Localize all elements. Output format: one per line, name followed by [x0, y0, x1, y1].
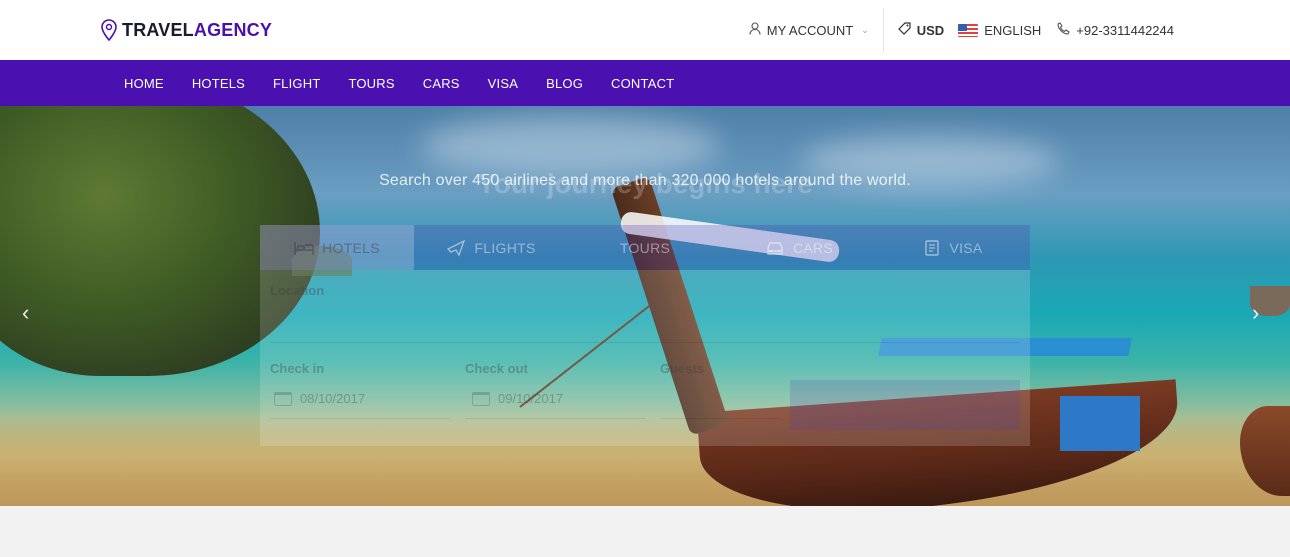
guests-label: Guests: [660, 361, 705, 376]
nav-item-visa[interactable]: VISA: [488, 76, 518, 91]
nav-item-blog[interactable]: BLOG: [546, 76, 583, 91]
slider-prev-arrow-icon[interactable]: ‹: [22, 302, 29, 324]
checkin-value: 08/10/2017: [300, 391, 366, 406]
chevron-down-icon: ⌄: [861, 24, 869, 35]
checkout-value: 09/10/2017: [498, 391, 564, 406]
hero-cloud: [420, 116, 720, 176]
checkout-input[interactable]: 09/10/2017: [472, 391, 563, 406]
tab-cars-label: CARS: [792, 239, 834, 256]
language-label: ENGLISH: [984, 22, 1042, 38]
currency-label: USD: [916, 22, 945, 38]
passport-icon: [923, 239, 941, 257]
location-input[interactable]: [270, 342, 1020, 343]
user-icon: [749, 22, 761, 38]
nav-item-hotels[interactable]: HOTELS: [192, 76, 245, 91]
tab-hotels-label: HOTELS: [322, 239, 380, 256]
tab-hotels[interactable]: HOTELS: [260, 225, 414, 270]
location-pin-icon: [100, 19, 118, 41]
tag-icon: [897, 22, 911, 38]
tab-cars[interactable]: CARS: [722, 225, 876, 270]
plane-icon: [446, 239, 466, 257]
tab-flights-label: FLIGHTS: [474, 239, 536, 256]
phone-link[interactable]: +92-3311442244: [1057, 22, 1174, 38]
tab-tours-label: TOURS: [619, 239, 671, 256]
language-selector[interactable]: ENGLISH: [958, 23, 1041, 38]
hero-tagline: Search over 450 airlines and more than 3…: [379, 172, 911, 189]
nav-item-contact[interactable]: CONTACT: [611, 76, 674, 91]
divider: [882, 8, 884, 52]
nav-item-cars[interactable]: CARS: [423, 76, 460, 91]
tab-visa-label: VISA: [949, 239, 983, 256]
guests-input[interactable]: [660, 418, 780, 419]
top-bar: TRAVELAGENCY MY ACCOUNT ⌄ USD ENGLISH +9…: [0, 0, 1290, 60]
search-tabs: HOTELS FLIGHTS TOURS CARS VISA: [260, 225, 1030, 270]
nav-item-home[interactable]: HOME: [124, 76, 164, 91]
location-label: Location: [270, 283, 325, 298]
logo-text-part2: AGENCY: [193, 19, 273, 40]
hotel-search-form: Location Check in 08/10/2017 Check out 0…: [260, 270, 1030, 446]
page-content-area: [0, 506, 1290, 557]
slider-next-arrow-icon[interactable]: ›: [1252, 302, 1259, 324]
checkout-label: Check out: [465, 361, 528, 376]
checkin-label: Check in: [270, 361, 325, 376]
checkin-input[interactable]: 08/10/2017: [274, 391, 365, 406]
hero-boat-cabin: [1060, 396, 1140, 451]
hero-slider: Your journey begins here Search over 450…: [0, 106, 1290, 506]
nav-item-tours[interactable]: TOURS: [348, 76, 394, 91]
tab-visa[interactable]: VISA: [876, 225, 1030, 270]
nav-list: HOME HOTELS FLIGHT TOURS CARS VISA BLOG …: [124, 60, 702, 106]
divider: [270, 418, 450, 419]
my-account-dropdown[interactable]: MY ACCOUNT ⌄: [749, 22, 883, 38]
logo-text: TRAVELAGENCY: [122, 20, 272, 41]
my-account-label: MY ACCOUNT: [766, 22, 854, 38]
car-icon: [765, 239, 785, 257]
calendar-icon: [472, 391, 490, 406]
currency-selector[interactable]: USD: [897, 22, 945, 38]
tab-flights[interactable]: FLIGHTS: [414, 225, 568, 270]
phone-number: +92-3311442244: [1076, 22, 1174, 38]
logo-text-part1: TRAVEL: [122, 19, 194, 40]
divider: [465, 418, 645, 419]
top-right-menu: MY ACCOUNT ⌄ USD ENGLISH +92-3311442244: [749, 0, 1174, 60]
logo[interactable]: TRAVELAGENCY: [100, 19, 272, 41]
bed-icon: [294, 240, 314, 256]
calendar-icon: [274, 391, 292, 406]
main-nav: HOME HOTELS FLIGHT TOURS CARS VISA BLOG …: [0, 60, 1290, 106]
phone-icon: [1057, 22, 1070, 38]
search-button[interactable]: [790, 380, 1020, 430]
tab-tours[interactable]: TOURS: [568, 225, 722, 270]
us-flag-icon: [958, 23, 979, 37]
nav-item-flight[interactable]: FLIGHT: [273, 76, 320, 91]
